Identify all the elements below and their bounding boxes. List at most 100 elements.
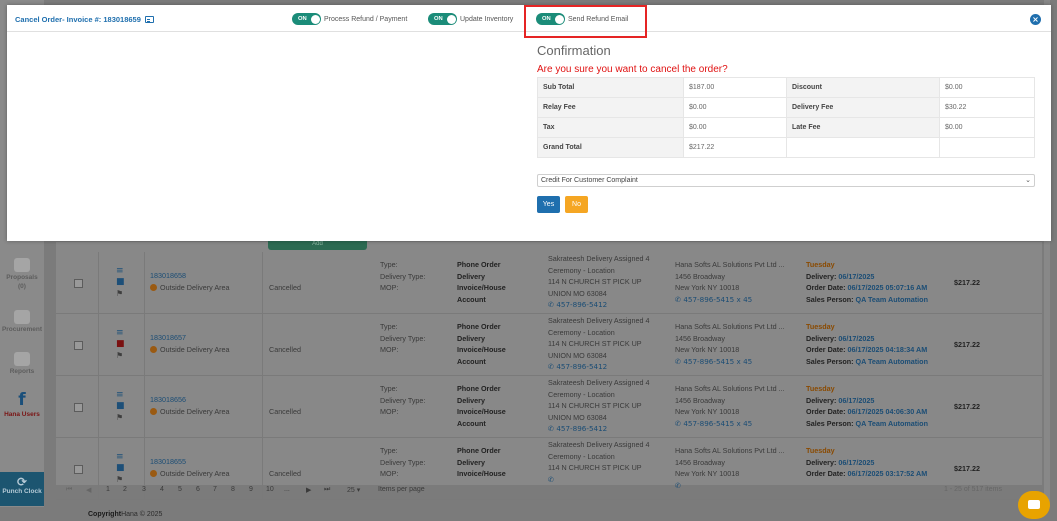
row-checkbox[interactable]: [74, 279, 83, 288]
recipient-location: Ceremony - Location: [548, 265, 615, 275]
invoice-card-icon[interactable]: [144, 16, 154, 23]
customer-company: Hana Softs AL Solutions Pvt Ltd ...: [675, 446, 785, 455]
page-number[interactable]: 8: [231, 486, 235, 493]
delivery-day: Tuesday: [806, 322, 835, 331]
summary-row: Grand Total $217.22: [537, 137, 1035, 158]
next-page-icon[interactable]: ▶: [306, 486, 311, 494]
recipient-phone-number: 457-896-5412: [556, 424, 608, 433]
summary-empty-cell: [786, 137, 940, 158]
type-label: Type:: [380, 384, 398, 393]
prev-page-icon[interactable]: ◀: [86, 486, 91, 494]
area-status-dot: [150, 469, 157, 477]
sidebar-item-hana-users[interactable]: f Hana Users: [0, 392, 44, 420]
menu-icon[interactable]: ≡: [116, 452, 126, 463]
payment-method-cont: Account: [457, 418, 486, 428]
page-number[interactable]: 3: [142, 486, 146, 493]
invoice-link[interactable]: 183018656: [150, 394, 230, 406]
order-type: Phone Order: [457, 322, 501, 331]
no-button[interactable]: No: [565, 196, 588, 213]
summary-label: Relay Fee: [537, 97, 684, 118]
note-icon[interactable]: ■: [116, 339, 126, 350]
summary-row: Sub Total $187.00 Discount $0.00: [537, 77, 1035, 98]
mop-label: MOP:: [380, 345, 399, 354]
summary-empty-cell: [939, 137, 1035, 158]
sidebar-item-procurement[interactable]: Procurement: [0, 310, 44, 335]
summary-label: Sub Total: [537, 77, 684, 98]
customer-phone[interactable]: ✆ 457-896-5415 x 45: [675, 418, 785, 430]
payment-method: Invoice/House: [457, 283, 506, 292]
note-icon[interactable]: ■: [116, 401, 126, 412]
order-date: 06/17/2025 04:18:34 AM: [847, 345, 928, 354]
page-number[interactable]: 5: [178, 486, 182, 493]
modal-title: Cancel Order- Invoice #: 183018659: [15, 15, 154, 24]
toggle-switch[interactable]: ON: [428, 13, 457, 25]
recipient-location: Ceremony - Location: [548, 451, 615, 461]
recipient-phone[interactable]: ✆ 457-896-5412: [548, 299, 649, 311]
page-number[interactable]: 7: [213, 486, 217, 493]
page-number[interactable]: 4: [160, 486, 164, 493]
row-checkbox[interactable]: [74, 465, 83, 474]
table-row[interactable]: ≡ ■ ⚑ 183018658 Outside Delivery Area Cancell…: [56, 252, 1042, 314]
invoice-link[interactable]: 183018655: [150, 456, 230, 468]
recipient-name: Sakrateesh Delivery Assigned 4: [548, 316, 650, 325]
cancel-reason-select[interactable]: Credit For Customer Complaint ⌄: [537, 174, 1035, 187]
sales-person: QA Team Automation: [855, 294, 928, 304]
payment-method: Invoice/House: [457, 407, 506, 416]
menu-icon[interactable]: ≡: [116, 266, 126, 277]
invoice-link[interactable]: 183018657: [150, 332, 230, 344]
recipient-phone[interactable]: ✆ 457-896-5412: [548, 423, 649, 435]
page-number[interactable]: 9: [249, 486, 253, 493]
recipient-phone[interactable]: ✆ 457-896-5412: [548, 361, 649, 373]
sidebar-item-reports[interactable]: Reports: [0, 352, 44, 377]
phone-icon: ✆: [675, 418, 682, 428]
note-icon[interactable]: ■: [116, 463, 126, 474]
delivery-date: 06/17/2025: [838, 395, 875, 405]
toggle-switch[interactable]: ON: [292, 13, 321, 25]
table-row[interactable]: ≡ ■ ⚑ 183018656 Outside Delivery Area Cancell…: [56, 376, 1042, 438]
menu-icon[interactable]: ≡: [116, 390, 126, 401]
punch-clock-button[interactable]: ⟳ Punch Clock: [0, 472, 44, 506]
last-page-icon[interactable]: ⏭: [324, 486, 330, 494]
customer-phone[interactable]: ✆ 457-896-5415 x 45: [675, 294, 785, 306]
column-divider: [98, 314, 99, 376]
row-checkbox[interactable]: [74, 341, 83, 350]
first-page-icon[interactable]: ⏮: [66, 486, 72, 494]
customer-phone[interactable]: ✆ 457-896-5415 x 45: [675, 356, 785, 368]
invoice-link[interactable]: 183018658: [150, 270, 230, 282]
flag-icon[interactable]: ⚑: [116, 350, 126, 361]
table-row[interactable]: ≡ ■ ⚑ 183018657 Outside Delivery Area Cancell…: [56, 314, 1042, 376]
toggle-label: Process Refund / Payment: [324, 15, 408, 23]
delivery-area: Outside Delivery Area: [150, 468, 230, 480]
menu-icon[interactable]: ≡: [116, 328, 126, 339]
page-number[interactable]: 1: [106, 486, 110, 493]
process-refund-toggle[interactable]: ON Process Refund / Payment: [292, 13, 407, 25]
sidebar-item-proposals[interactable]: Proposals (0): [0, 258, 44, 292]
page-number[interactable]: 10: [266, 486, 274, 493]
page-number[interactable]: 6: [196, 486, 200, 493]
phone-icon: ✆: [548, 424, 555, 433]
customer-company: Hana Softs AL Solutions Pvt Ltd ...: [675, 260, 785, 269]
add-button[interactable]: Add: [268, 240, 367, 250]
recipient-street: 114 N CHURCH ST PICK UP: [548, 277, 642, 286]
phone-icon: ✆: [675, 294, 682, 304]
delivery-day: Tuesday: [806, 384, 835, 393]
close-icon[interactable]: ×: [1030, 14, 1041, 25]
order-date: 06/17/2025 05:07:16 AM: [847, 283, 928, 292]
page-number[interactable]: ...: [284, 486, 290, 493]
summary-value: $0.00: [683, 117, 787, 138]
note-icon[interactable]: ■: [116, 277, 126, 288]
order-summary-table: Sub Total $187.00 Discount $0.00 Relay F…: [537, 77, 1035, 158]
page-size-select[interactable]: 25 ▾: [347, 486, 360, 494]
page-number[interactable]: 2: [123, 486, 127, 493]
chat-button[interactable]: [1018, 491, 1050, 519]
delivery-date: 06/17/2025: [838, 271, 875, 281]
order-amount: $217.22: [954, 340, 980, 349]
order-status: Cancelled: [269, 283, 301, 292]
summary-label: Delivery Fee: [786, 97, 940, 118]
update-inventory-toggle[interactable]: ON Update Inventory: [428, 13, 513, 25]
flag-icon[interactable]: ⚑: [116, 288, 126, 299]
flag-icon[interactable]: ⚑: [116, 412, 126, 423]
delivery-type-label: Delivery Type:: [380, 457, 426, 467]
yes-button[interactable]: Yes: [537, 196, 560, 213]
row-checkbox[interactable]: [74, 403, 83, 412]
